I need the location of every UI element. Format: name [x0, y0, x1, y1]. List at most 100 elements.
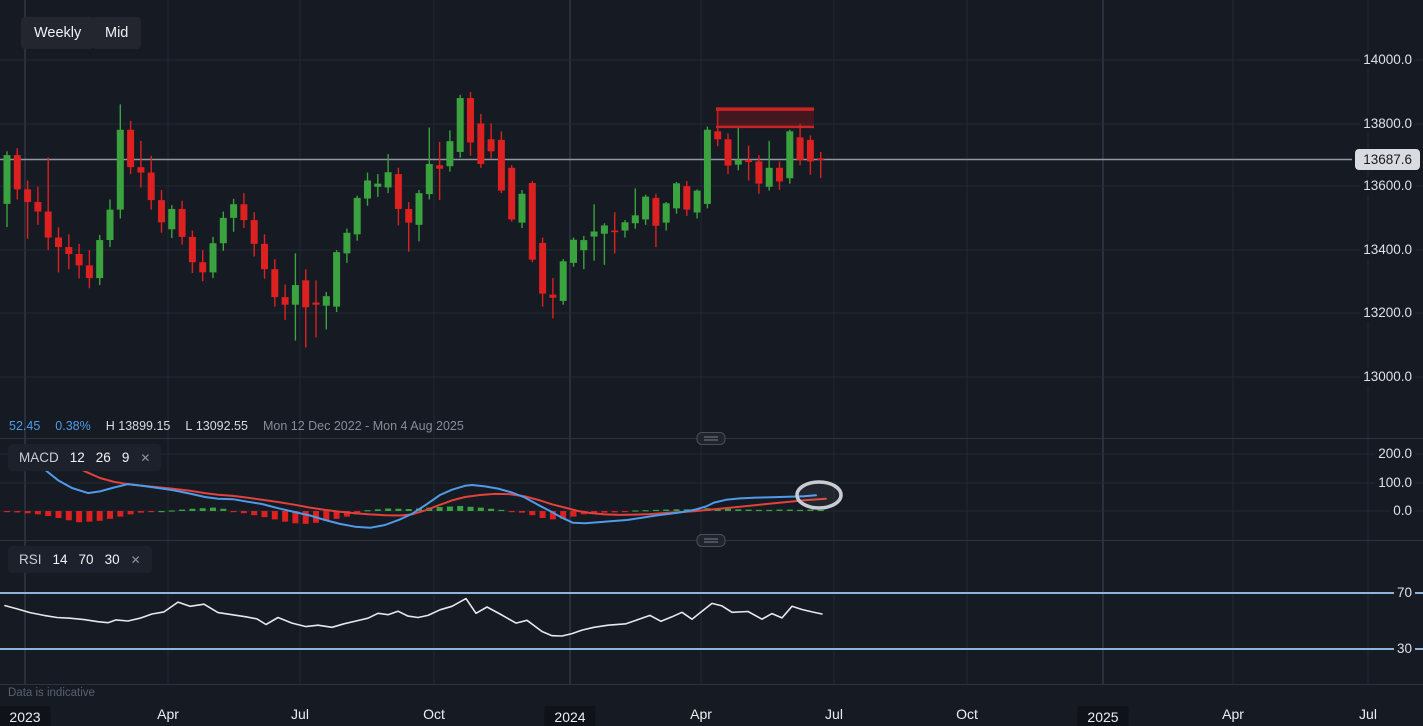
- macd-histogram-bar: [138, 511, 144, 513]
- macd-histogram-bar: [478, 508, 484, 511]
- candle-body: [673, 183, 680, 208]
- macd-histogram-bar: [540, 511, 546, 518]
- candle-body: [107, 210, 114, 240]
- macd-histogram-bar: [447, 507, 453, 511]
- macd-histogram-bar: [251, 511, 257, 515]
- candle-body: [714, 131, 721, 139]
- macd-histogram-bar: [406, 509, 412, 511]
- candle-body: [374, 184, 381, 187]
- candle-body: [477, 123, 484, 164]
- macd-histogram-bar: [509, 511, 515, 512]
- macd-histogram-bar: [128, 511, 134, 514]
- macd-axis-label: 100.0: [1375, 474, 1415, 492]
- macd-label: MACD: [19, 450, 59, 465]
- time-axis-label: Jul: [291, 706, 309, 722]
- macd-fast-period: 12: [70, 450, 85, 465]
- time-axis-label: 2024: [544, 706, 595, 726]
- macd-axis-label: 200.0: [1375, 445, 1415, 463]
- high-readout: H 13899.15: [106, 419, 171, 433]
- macd-histogram-bar: [200, 508, 206, 511]
- macd-histogram-bar: [179, 510, 185, 511]
- macd-histogram-bar: [303, 511, 309, 524]
- macd-histogram-bar: [653, 510, 659, 511]
- candle-body: [519, 194, 526, 223]
- macd-close-icon[interactable]: ✕: [140, 451, 150, 465]
- time-axis-label: Apr: [1222, 706, 1244, 722]
- candle-body: [230, 204, 237, 218]
- macd-histogram-bar: [735, 509, 741, 511]
- candle-body: [601, 225, 608, 233]
- macd-histogram-bar: [612, 511, 618, 512]
- price-type-button[interactable]: Mid: [92, 17, 141, 49]
- separator-drag-handle[interactable]: [697, 535, 725, 547]
- candle-body: [807, 140, 814, 162]
- candle-body: [416, 193, 423, 225]
- macd-histogram-bar: [86, 511, 92, 522]
- rsi-indicator-badge: RSI 14 70 30 ✕: [8, 546, 152, 573]
- candle-body: [65, 247, 72, 254]
- macd-histogram-bar: [529, 511, 535, 515]
- candle-body: [86, 265, 93, 278]
- price-axis-label: 13400.0: [1360, 241, 1415, 259]
- candle-body: [570, 240, 577, 263]
- candle-body: [766, 168, 773, 187]
- candle-body: [704, 130, 711, 204]
- time-axis-label: Apr: [157, 706, 179, 722]
- macd-histogram-bar: [56, 511, 62, 518]
- macd-histogram-bar: [632, 510, 638, 511]
- time-axis-label: Jul: [1359, 706, 1377, 722]
- drag-handle-part: [697, 535, 725, 547]
- candle-body: [786, 131, 793, 178]
- macd-histogram-bar: [807, 510, 813, 511]
- price-axis-label: 13600.0: [1360, 177, 1415, 195]
- candle-body: [4, 155, 11, 204]
- candle-body: [498, 140, 505, 191]
- rsi-line: [5, 599, 822, 636]
- candle-body: [817, 158, 824, 160]
- candle-body: [179, 209, 186, 237]
- macd-histogram-bar: [76, 511, 82, 522]
- time-axis-label: Oct: [956, 706, 978, 722]
- candle-body: [529, 183, 536, 260]
- price-axis-label: 14000.0: [1360, 51, 1415, 69]
- macd-histogram-bar: [220, 509, 226, 511]
- macd-histogram-bar: [35, 511, 41, 514]
- candle-body: [622, 222, 629, 230]
- candle-body: [34, 202, 41, 212]
- candle-body: [663, 203, 670, 222]
- macd-histogram-bar: [457, 506, 463, 511]
- candle-body: [539, 243, 546, 294]
- macd-histogram-bar: [519, 511, 525, 513]
- disclaimer-text: Data is indicative: [8, 687, 95, 699]
- trading-chart-window: Weekly Mid 52.45 0.38% H 13899.15 L 1309…: [0, 0, 1423, 726]
- separator-drag-handle[interactable]: [697, 433, 725, 445]
- macd-histogram-bar: [766, 510, 772, 511]
- macd-slow-period: 26: [96, 450, 111, 465]
- time-axis-label: 2023: [0, 706, 51, 726]
- macd-signal-period: 9: [122, 450, 130, 465]
- time-axis-label: Oct: [423, 706, 445, 722]
- rsi-upper-level: 70: [79, 552, 94, 567]
- macd-histogram-bar: [498, 510, 504, 511]
- candle-body: [323, 296, 330, 306]
- macd-indicator-badge: MACD 12 26 9 ✕: [8, 444, 161, 471]
- macd-histogram-bar: [643, 510, 649, 511]
- candle-body: [735, 160, 742, 165]
- macd-histogram-bar: [189, 509, 195, 511]
- candle-body: [508, 168, 515, 220]
- price-axis-label: 13800.0: [1360, 115, 1415, 133]
- resistance-zone: [716, 109, 814, 127]
- price-axis-label: 13200.0: [1360, 304, 1415, 322]
- macd-histogram-bar: [488, 509, 494, 511]
- macd-histogram-bar: [117, 511, 123, 517]
- candle-body: [24, 189, 31, 202]
- candle-body: [745, 160, 752, 162]
- candle-body: [642, 197, 649, 220]
- rsi-close-icon[interactable]: ✕: [131, 553, 141, 567]
- timeframe-button[interactable]: Weekly: [21, 17, 94, 49]
- candle-body: [199, 262, 206, 272]
- rsi-axis-label: 30: [1394, 640, 1415, 658]
- rsi-period: 14: [53, 552, 68, 567]
- rsi-label: RSI: [19, 552, 42, 567]
- macd-histogram-bar: [674, 509, 680, 511]
